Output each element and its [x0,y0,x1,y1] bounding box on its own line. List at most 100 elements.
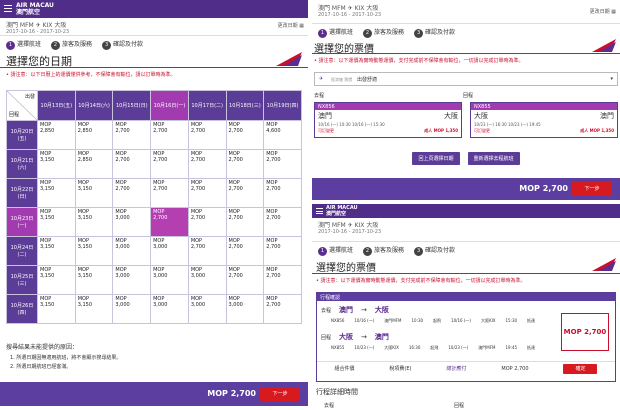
calendar-row: 10月24日(二) MOP 3,150 MOP 3,150 MOP 3,000 MOP 3,00… [6,236,302,266]
confirm-panel: AIR MACAU 澳門航空 澳門 MFM ✈ KIX 大阪 2017-10-16… [312,204,620,410]
back-to-date-button[interactable]: 回上頁選擇日期 [412,152,460,165]
fare-cell[interactable]: MOP 3,000 [150,236,189,266]
fare-cell[interactable]: MOP 3,150 [37,178,76,208]
calendar-row: 10月25日(三) MOP 3,150 MOP 3,150 MOP 3,000 MOP 3,00… [6,265,302,295]
fare-cell[interactable]: MOP 2,700 [263,149,302,179]
return-axis-label: 回程 [9,112,20,118]
row-header[interactable]: 10月25日(三) [6,265,38,295]
fare-cell[interactable]: MOP 3,000 [112,294,152,324]
fare-cell[interactable]: MOP 2,700 [263,236,302,266]
fare-cell[interactable]: MOP 3,000 [112,236,152,266]
fare-type-select[interactable]: ✈ 經濟艙 票價 出發舒適 ▾ [314,72,618,86]
col-header[interactable]: 10月14日(六) [74,90,114,121]
col-header-selected[interactable]: 10月16日(一) [150,90,189,121]
fare-cell[interactable]: MOP 2,700 [150,120,189,150]
tail-logo-icon [592,39,616,52]
fare-cell[interactable]: MOP 2,700 [112,149,152,179]
fare-cell[interactable]: MOP 2,700 [263,265,302,295]
page-title: 選擇您的票價 [316,263,376,274]
col-header[interactable]: 10月13日(五) [37,90,76,121]
col-header[interactable]: 10月18日(三) [225,90,265,121]
fare-cell[interactable]: MOP 3,150 [74,178,114,208]
air-macau-logo[interactable]: AIR MACAU 澳門航空 [16,2,54,16]
col-header[interactable]: 10月17日(二) [187,90,227,121]
chevron-down-icon: ▾ [610,76,613,82]
fare-cell[interactable]: MOP 2,700 [225,149,265,179]
fare-cell[interactable]: MOP 2,700 [225,207,265,237]
change-date-link[interactable]: 更改日期 ▦ [590,8,616,15]
row-header[interactable]: 10月26日(四) [6,294,38,324]
price-calendar: 出發 回程 10月13日(五) 10月14日(六) 10月15日(日) 10月1… [6,90,302,324]
confirm-button[interactable]: 確定 [563,363,598,374]
row-header[interactable]: 10月23日(一) [6,207,38,237]
fare-cell[interactable]: MOP 3,150 [37,294,76,324]
plane-icon: ✈ [347,222,353,229]
fare-cell[interactable]: MOP 2,700 [225,120,265,150]
fare-cell[interactable]: MOP 3,000 [225,294,265,324]
fare-cell[interactable]: MOP 3,150 [37,207,76,237]
origin: 澳門 MFM [6,22,34,29]
row-header[interactable]: 10月21日(六) [6,149,38,179]
col-header[interactable]: 10月19日(四) [263,90,302,121]
fare-cell[interactable]: MOP 2,700 [187,178,227,208]
outbound-flight-card[interactable]: NX856 澳門 大阪 10/16 (一) 10:30 10/16 (一) 15:… [314,102,462,138]
next-button[interactable]: 下一步 [572,182,612,196]
fare-cell[interactable]: MOP 3,150 [74,265,114,295]
fare-cell[interactable]: MOP 2,700 [263,294,302,324]
fare-cell[interactable]: MOP 4,600 [263,120,302,150]
fare-cell[interactable]: MOP 2,700 [187,236,227,266]
route-summary: 澳門 MFM ✈ KIX 大阪 2017-10-16 - 2017-10-23 … [0,18,308,36]
destination: KIX 大阪 [42,22,67,29]
fare-cell[interactable]: MOP 2,700 [225,265,265,295]
change-date-link[interactable]: 更改日期 ▦ [278,22,304,29]
next-button[interactable]: 下一步 [260,387,300,401]
header-bar: AIR MACAU 澳門航空 [312,204,620,218]
air-macau-logo[interactable]: AIR MACAU 澳門航空 [326,205,358,217]
fare-cell[interactable]: MOP 3,150 [74,207,114,237]
fare-cell[interactable]: MOP 3,150 [37,236,76,266]
fare-cell[interactable]: MOP 2,850 [74,149,114,179]
row-header[interactable]: 10月22日(日) [6,178,38,208]
return-label: 回程 [462,93,473,99]
fare-cell[interactable]: MOP 2,700 [187,207,227,237]
departure-axis-label: 出發 [24,94,35,100]
fare-cell[interactable]: MOP 3,150 [74,294,114,324]
row-header[interactable]: 10月20日(五) [6,120,38,150]
fare-cell[interactable]: MOP 2,700 [150,178,189,208]
return-flight-card[interactable]: NX855 大阪 澳門 10/23 (一) 16:30 10/23 (一) 19:… [470,102,618,138]
calendar-row: 10月22日(日) MOP 3,150 MOP 3,150 MOP 2,700 MOP 2,70… [6,178,302,208]
fare-cell[interactable]: MOP 2,700 [225,236,265,266]
step-1: 1 選擇航班 [6,39,41,50]
fare-cell[interactable]: MOP 2,700 [263,207,302,237]
fare-cell[interactable]: MOP 2,850 [37,120,76,150]
notice: • 請注意：以下運價為實時動態運價，支付完成前不保障會有輸位，一切請以完成訂單時… [316,278,526,284]
col-header[interactable]: 10月15日(日) [112,90,152,121]
fare-cell[interactable]: MOP 3,000 [112,207,152,237]
page-title: 選擇您的日期 [6,55,72,68]
hamburger-icon[interactable] [316,208,323,214]
reselect-flight-button[interactable]: 重新選擇去程航班 [467,152,520,165]
hamburger-icon[interactable] [4,5,12,13]
row-header[interactable]: 10月24日(二) [6,236,38,266]
fare-cell[interactable]: MOP 3,000 [187,265,227,295]
fare-cell[interactable]: MOP 3,150 [37,149,76,179]
fare-cell[interactable]: MOP 3,000 [150,265,189,295]
fare-cell[interactable]: MOP 2,700 [112,120,152,150]
total-price: MOP 2,700 [207,389,256,398]
fare-cell[interactable]: MOP 2,850 [74,120,114,150]
fare-cell[interactable]: MOP 3,000 [187,294,227,324]
fare-cell[interactable]: MOP 3,150 [74,236,114,266]
date-selection-panel: AIR MACAU 澳門航空 澳門 MFM ✈ KIX 大阪 2017-10-16… [0,0,308,410]
itinerary-box: 行程確認 去程 澳門 → 大阪 NX856 10/16 (一) 澳門MFM 10:30… [316,292,616,382]
fare-cell[interactable]: MOP 2,700 [150,207,189,237]
fare-cell[interactable]: MOP 2,700 [187,149,227,179]
fare-cell[interactable]: MOP 2,700 [263,178,302,208]
step-3: 3 確認及付款 [102,39,143,50]
fare-cell[interactable]: MOP 3,000 [112,265,152,295]
fare-cell[interactable]: MOP 2,700 [112,178,152,208]
fare-cell[interactable]: MOP 3,000 [150,294,189,324]
fare-cell[interactable]: MOP 3,150 [37,265,76,295]
fare-cell[interactable]: MOP 2,700 [187,120,227,150]
fare-cell[interactable]: MOP 2,700 [225,178,265,208]
fare-cell[interactable]: MOP 2,700 [150,149,189,179]
